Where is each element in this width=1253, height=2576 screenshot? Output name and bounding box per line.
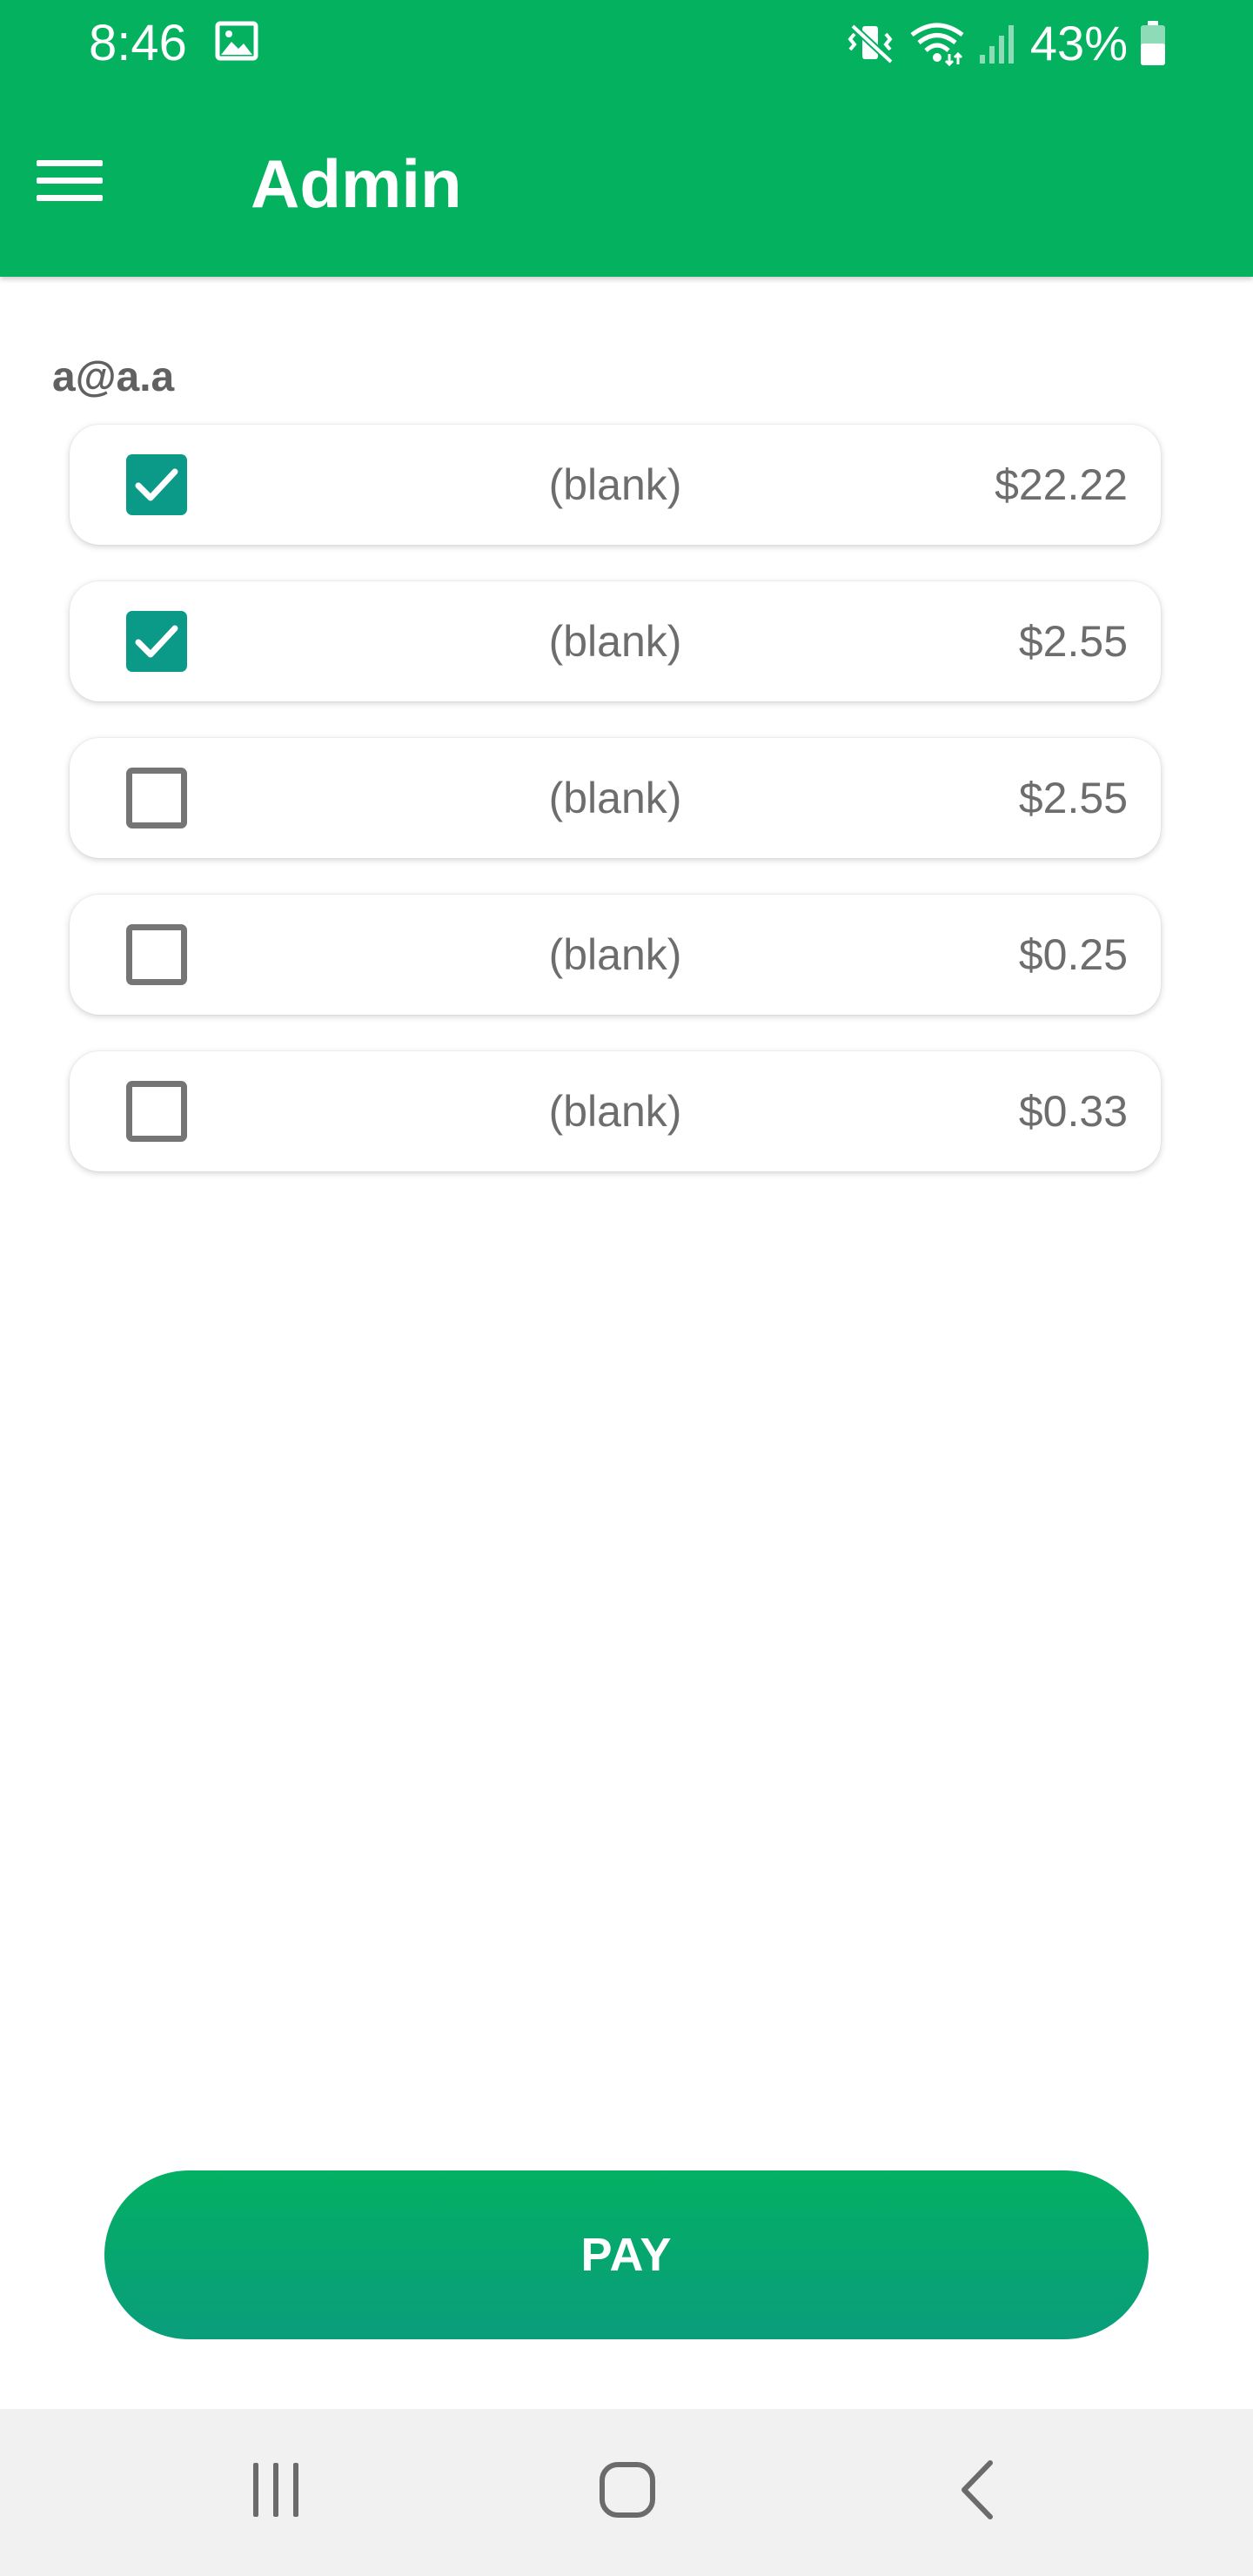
- battery-percent: 43%: [1029, 16, 1128, 70]
- bill-item[interactable]: (blank) $0.33: [70, 1051, 1161, 1171]
- pay-button[interactable]: PAY: [104, 2170, 1149, 2339]
- page-title: Admin: [251, 145, 462, 222]
- user-email-label: a@a.a: [52, 354, 175, 400]
- back-icon[interactable]: [957, 2459, 995, 2520]
- bill-item[interactable]: (blank) $2.55: [70, 738, 1161, 858]
- home-icon[interactable]: [599, 2461, 656, 2519]
- app-header: 8:46 43% Admin: [0, 0, 1253, 277]
- gallery-icon: [215, 21, 258, 61]
- system-nav-bar: [0, 2409, 1253, 2576]
- bill-description: (blank): [548, 774, 682, 822]
- wifi-icon: [910, 23, 964, 66]
- status-time: 8:46: [89, 15, 187, 71]
- bill-item[interactable]: (blank) $0.25: [70, 895, 1161, 1015]
- bill-description: (blank): [548, 1087, 682, 1136]
- battery-icon: [1141, 21, 1165, 65]
- mute-vibrate-icon: [848, 23, 894, 64]
- status-icons: 43%: [848, 12, 1166, 75]
- menu-icon[interactable]: [37, 153, 106, 205]
- bill-item[interactable]: (blank) $22.22: [70, 425, 1161, 545]
- bill-amount: $22.22: [995, 460, 1128, 509]
- bill-amount: $0.33: [1018, 1087, 1128, 1136]
- recents-icon[interactable]: [250, 2461, 302, 2519]
- signal-icon: [979, 25, 1014, 64]
- bill-amount: $0.25: [1018, 930, 1128, 979]
- bill-amount: $2.55: [1018, 617, 1128, 666]
- bill-item[interactable]: (blank) $2.55: [70, 581, 1161, 701]
- bill-description: (blank): [548, 930, 682, 979]
- bill-description: (blank): [548, 617, 682, 666]
- bill-amount: $2.55: [1018, 774, 1128, 822]
- bill-list: (blank) $22.22 (blank) $2.55 (blank) $2.…: [70, 425, 1161, 1208]
